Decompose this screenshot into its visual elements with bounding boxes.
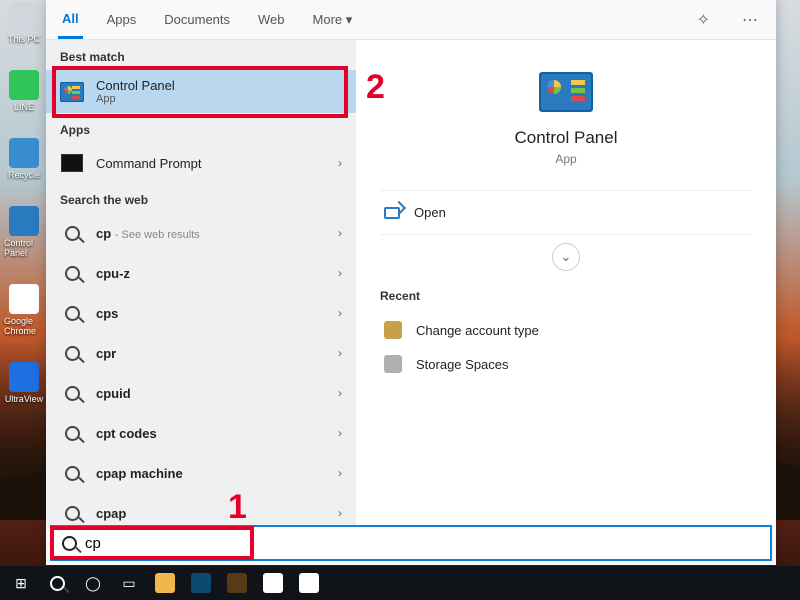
tab-apps[interactable]: Apps	[103, 2, 141, 37]
tab-documents[interactable]: Documents	[160, 2, 234, 37]
preview-panel: Control Panel App Open ⌄ Recent Change a…	[356, 40, 776, 525]
chevron-right-icon: ›	[338, 306, 342, 320]
web-result[interactable]: cp - See web results›	[46, 213, 356, 253]
chevron-right-icon: ›	[338, 346, 342, 360]
taskbar-taskview[interactable]: ▭	[114, 569, 144, 597]
taskbar-photoshop[interactable]	[186, 569, 216, 597]
taskbar-app1[interactable]	[222, 569, 252, 597]
recent-icon	[384, 321, 402, 339]
web-result[interactable]: cpu-z›	[46, 253, 356, 293]
search-icon	[65, 466, 80, 481]
search-icon	[65, 226, 80, 241]
annotation-2: 2	[366, 68, 385, 107]
tab-web[interactable]: Web	[254, 2, 289, 37]
control-panel-icon	[539, 72, 593, 112]
taskbar-cortana[interactable]: ◯	[78, 569, 108, 597]
web-result[interactable]: cps›	[46, 293, 356, 333]
web-result[interactable]: cpt codes›	[46, 413, 356, 453]
desktop-icon[interactable]: This PC	[4, 2, 44, 44]
preview-subtitle: App	[555, 152, 576, 166]
desktop-icon[interactable]: Google Chrome	[4, 284, 44, 336]
web-result[interactable]: cpr›	[46, 333, 356, 373]
web-result[interactable]: cpap machine›	[46, 453, 356, 493]
tab-all[interactable]: All	[58, 1, 83, 39]
recent-item[interactable]: Storage Spaces	[380, 347, 752, 381]
annotation-box-2	[52, 66, 348, 118]
result-command-prompt[interactable]: Command Prompt ›	[46, 143, 356, 183]
chevron-right-icon: ›	[338, 386, 342, 400]
annotation-1: 1	[228, 488, 247, 527]
search-icon	[65, 426, 80, 441]
taskbar-chrome[interactable]	[294, 569, 324, 597]
feedback-icon[interactable]: ✧	[691, 6, 716, 34]
search-tabs: All Apps Documents Web More ▾ ✧ ⋯	[46, 0, 776, 40]
annotation-box-1	[50, 526, 254, 560]
taskbar-zalo[interactable]	[258, 569, 288, 597]
chevron-right-icon: ›	[338, 466, 342, 480]
preview-title: Control Panel	[514, 128, 617, 148]
search-icon	[65, 266, 80, 281]
tab-more[interactable]: More ▾	[309, 2, 357, 38]
command-prompt-icon	[61, 154, 83, 172]
more-icon[interactable]: ⋯	[736, 6, 764, 34]
recent-label: Recent	[380, 289, 752, 303]
chevron-right-icon: ›	[338, 426, 342, 440]
open-label: Open	[414, 205, 446, 220]
desktop-icon[interactable]: Recycle	[4, 138, 44, 180]
web-result[interactable]: cpuid›	[46, 373, 356, 413]
recent-item[interactable]: Change account type	[380, 313, 752, 347]
taskbar-start[interactable]: ⊞	[6, 569, 36, 597]
desktop-icon[interactable]: Control Panel	[4, 206, 44, 258]
web-result[interactable]: cpap›	[46, 493, 356, 525]
expand-button[interactable]: ⌄	[552, 243, 580, 271]
search-icon	[65, 306, 80, 321]
chevron-right-icon: ›	[338, 226, 342, 240]
desktop-icon[interactable]: LINE	[4, 70, 44, 112]
chevron-right-icon: ›	[338, 506, 342, 520]
search-icon	[65, 506, 80, 521]
taskbar-search[interactable]	[42, 569, 72, 597]
chevron-right-icon: ›	[338, 156, 342, 170]
search-icon	[65, 386, 80, 401]
desktop-icon[interactable]: UltraView	[4, 362, 44, 404]
open-action[interactable]: Open	[380, 191, 752, 235]
search-icon	[65, 346, 80, 361]
chevron-right-icon: ›	[338, 266, 342, 280]
open-icon	[384, 207, 400, 219]
taskbar-explorer[interactable]	[150, 569, 180, 597]
desktop: This PC LINE Recycle Control Panel Google Ch…	[0, 0, 800, 600]
desktop-icons: This PC LINE Recycle Control Panel Google Ch…	[4, 0, 50, 404]
result-title: Command Prompt	[96, 156, 201, 171]
recent-icon	[384, 355, 402, 373]
taskbar: ⊞ ◯▭	[0, 566, 800, 600]
section-web: Search the web	[46, 183, 356, 213]
